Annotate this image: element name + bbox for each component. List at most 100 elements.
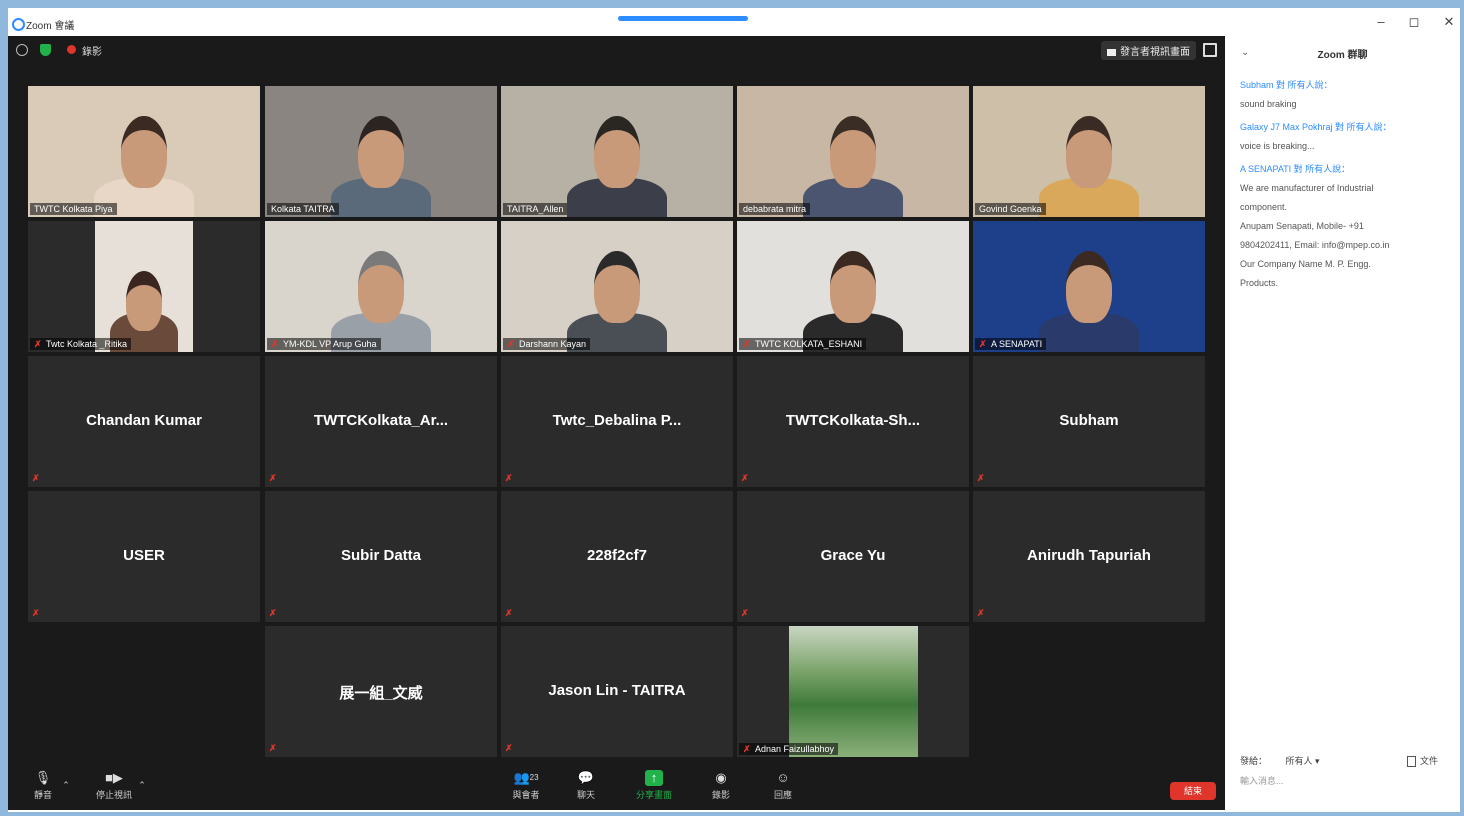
muted-mic-icon: ✗: [505, 608, 513, 618]
record-icon: ◉: [715, 770, 727, 785]
info-icon[interactable]: [16, 44, 28, 56]
chevron-up-icon: ⌃: [62, 780, 70, 790]
speaker-view-label: 發言者視訊畫面: [1120, 47, 1190, 58]
participant-video: [737, 86, 969, 217]
participant-tile[interactable]: Jason Lin - TAITRA ✗: [501, 626, 733, 757]
fullscreen-icon[interactable]: [1203, 43, 1217, 57]
participant-tile[interactable]: ✗ TWTC KOLKATA_ESHANI: [737, 221, 969, 352]
title-bar: Zoom 會議 – ◻ ✕: [8, 8, 1460, 37]
record-label: 錄影: [711, 790, 730, 800]
file-button[interactable]: 文件: [1407, 754, 1438, 768]
chat-message-sender: Galaxy J7 Max Pokhraj 對 所有人說：: [1240, 122, 1392, 132]
participant-name: TWTC Kolkata Piya: [34, 204, 113, 214]
stop-video-button[interactable]: ■▶ 停止視訊: [92, 770, 136, 801]
grid-view-icon: [1107, 48, 1116, 56]
chat-message-text: Anupam Senapati, Mobile- +91: [1240, 221, 1364, 231]
close-button[interactable]: ✕: [1439, 14, 1459, 30]
meeting-toolbar: 🎙 靜音 ⌃ ■▶ 停止視訊 ⌃ 👥23 與會者 💬 聊天 ↑ 分享畫面 ◉ 錄…: [8, 766, 1225, 810]
camera-icon: ■▶: [105, 770, 123, 785]
participant-tile[interactable]: Grace Yu ✗: [737, 491, 969, 622]
muted-mic-icon: ✗: [269, 473, 277, 483]
participant-name: Twtc_Debalina P...: [552, 412, 682, 429]
participant-name-tag: ✗ Darshann Kayan: [503, 338, 591, 350]
chat-message-sender: Subham 對 所有人說：: [1240, 80, 1333, 90]
participant-tile[interactable]: TWTCKolkata-Sh... ✗: [737, 356, 969, 487]
participants-button[interactable]: 👥23 與會者: [506, 770, 546, 801]
participant-name-tag: ✗ TWTC KOLKATA_ESHANI: [739, 338, 867, 350]
participant-name: 228f2cf7: [586, 547, 648, 564]
chat-header: ⌄ Zoom 群聊: [1225, 44, 1460, 64]
participant-tile[interactable]: Chandan Kumar ✗: [28, 356, 260, 487]
smiley-icon: ☺: [776, 770, 790, 785]
participants-icon: 👥23: [513, 770, 539, 785]
participant-tile[interactable]: ✗ Darshann Kayan: [501, 221, 733, 352]
participant-photo: [789, 626, 918, 757]
participant-tile[interactable]: TWTC Kolkata Piya: [28, 86, 260, 217]
participant-video: [28, 221, 260, 352]
microphone-icon: 🎙: [34, 770, 52, 785]
zoom-logo-icon: [12, 18, 25, 31]
file-icon: [1407, 756, 1416, 768]
share-screen-button[interactable]: ↑ 分享畫面: [632, 770, 676, 801]
chevron-up-icon: ⌃: [138, 780, 146, 790]
chat-message-text: Products.: [1240, 278, 1279, 288]
shield-icon[interactable]: [40, 44, 51, 56]
participant-tile[interactable]: Subir Datta ✗: [265, 491, 497, 622]
participant-tile[interactable]: ✗ YM-KDL VP Arup Guha: [265, 221, 497, 352]
muted-mic-icon: ✗: [269, 608, 277, 618]
audio-options-chevron[interactable]: ⌃: [60, 780, 72, 791]
participant-video: [265, 221, 497, 352]
chat-message-text: Our Company Name M. P. Engg.: [1240, 259, 1371, 269]
participant-name: Grace Yu: [820, 547, 886, 564]
participant-tile[interactable]: Kolkata TAITRA: [265, 86, 497, 217]
drag-handle[interactable]: [618, 16, 748, 21]
participant-name: TAITRA_Allen: [507, 204, 564, 214]
participant-name: Jason Lin - TAITRA: [548, 682, 686, 699]
recording-label: 錄影: [82, 47, 102, 58]
participant-name-tag: Kolkata TAITRA: [267, 203, 339, 215]
participant-name-tag: ✗ Twtc Kolkata _Ritika: [30, 338, 132, 350]
end-meeting-button[interactable]: 結束: [1170, 782, 1216, 800]
participant-tile[interactable]: debabrata mitra: [737, 86, 969, 217]
minimize-button[interactable]: –: [1371, 14, 1391, 29]
participant-name-tag: ✗ Adnan Faizullabhoy: [739, 743, 839, 755]
chat-message-text: We are manufacturer of Industrial: [1240, 183, 1374, 193]
chat-button[interactable]: 💬 聊天: [573, 770, 599, 801]
muted-mic-icon: ✗: [271, 339, 279, 349]
participant-tile[interactable]: ✗ Twtc Kolkata _Ritika: [28, 221, 260, 352]
video-options-chevron[interactable]: ⌃: [136, 780, 148, 791]
participant-name: Adnan Faizullabhoy: [755, 744, 835, 754]
participant-tile[interactable]: 展一組_文威 ✗: [265, 626, 497, 757]
participant-name-tag: ✗ YM-KDL VP Arup Guha: [267, 338, 381, 350]
speaker-view-button[interactable]: 發言者視訊畫面: [1101, 41, 1196, 60]
participant-tile[interactable]: ✗ Adnan Faizullabhoy: [737, 626, 969, 757]
recipient-select[interactable]: 所有人 ▾: [1286, 756, 1320, 766]
chat-message-text: component.: [1240, 202, 1288, 212]
meeting-topbar: 錄影 發言者視訊畫面: [8, 36, 1225, 62]
chat-title: Zoom 群聊: [1317, 50, 1368, 61]
participant-tile[interactable]: Govind Goenka: [973, 86, 1205, 217]
participant-name: Subham: [1059, 412, 1119, 429]
share-icon: ↑: [645, 770, 663, 786]
participant-name: Govind Goenka: [979, 204, 1042, 214]
participant-tile[interactable]: Anirudh Tapuriah ✗: [973, 491, 1205, 622]
participant-tile[interactable]: 228f2cf7 ✗: [501, 491, 733, 622]
zoom-window: Zoom 會議 – ◻ ✕ 錄影 發言者視訊畫面 TWTC Kolkata Pi…: [8, 8, 1460, 812]
participant-name-tag: TWTC Kolkata Piya: [30, 203, 117, 215]
participant-tile[interactable]: Subham ✗: [973, 356, 1205, 487]
restore-button[interactable]: ◻: [1404, 14, 1424, 30]
chat-input[interactable]: 輸入消息...: [1240, 774, 1284, 787]
muted-mic-icon: ✗: [32, 473, 40, 483]
participant-tile[interactable]: Twtc_Debalina P... ✗: [501, 356, 733, 487]
mute-button[interactable]: 🎙 靜音: [28, 770, 58, 801]
participant-tile[interactable]: ✗ A SENAPATI: [973, 221, 1205, 352]
reactions-button[interactable]: ☺ 回應: [770, 770, 796, 801]
participant-tile[interactable]: TWTCKolkata_Ar... ✗: [265, 356, 497, 487]
participant-tile[interactable]: USER ✗: [28, 491, 260, 622]
participant-video: [265, 86, 497, 217]
reactions-label: 回應: [773, 790, 792, 800]
muted-mic-icon: ✗: [743, 744, 751, 754]
participant-tile[interactable]: TAITRA_Allen: [501, 86, 733, 217]
chat-icon: 💬: [577, 770, 595, 785]
record-button[interactable]: ◉ 錄影: [708, 770, 734, 801]
